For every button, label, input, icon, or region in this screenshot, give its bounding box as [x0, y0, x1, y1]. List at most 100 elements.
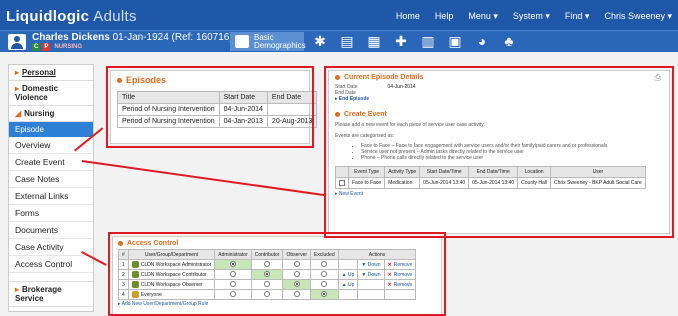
- chevron-right-icon: ▸: [15, 84, 20, 93]
- col-end-date: End Date: [266, 91, 318, 104]
- group-icon: [131, 271, 139, 278]
- sidebar-brokerage-service[interactable]: ▸ Brokerage Service: [9, 281, 93, 307]
- nav-system[interactable]: System ▾: [513, 11, 550, 22]
- table-row[interactable]: Face to Face Medication 05-Jun-2014 13:40 0…: [335, 176, 646, 190]
- close-icon: ✕: [387, 271, 392, 278]
- move-down-link[interactable]: ▼ Down: [357, 269, 385, 280]
- excluded-radio[interactable]: [321, 271, 328, 278]
- administrator-radio[interactable]: [230, 281, 236, 288]
- nav-find[interactable]: Find ▾: [565, 11, 590, 22]
- print-icon[interactable]: ⎙: [655, 73, 661, 83]
- table-row: 1 CLDN Workspace Administrator ▼ Down ✕ R…: [118, 259, 417, 270]
- contributor-radio[interactable]: [264, 261, 271, 268]
- observer-radio[interactable]: [293, 271, 300, 278]
- book-icon[interactable]: ▤: [339, 33, 355, 49]
- administrator-radio[interactable]: [230, 261, 236, 268]
- current-episode-title: Current Episode Details: [335, 74, 663, 81]
- remove-link[interactable]: ✕ Remove: [383, 279, 417, 290]
- sidebar-item-case-activity[interactable]: Case Activity: [9, 239, 93, 256]
- message-icon[interactable]: ▣: [447, 33, 463, 49]
- nav-home[interactable]: Home: [396, 11, 420, 22]
- table-row: 4 Everyone: [118, 289, 417, 300]
- access-table: # User/Group/Department Administrator Contr…: [118, 249, 417, 300]
- episode-details-panel: Current Episode Details Start Date 04-Jun…: [328, 70, 670, 234]
- patient-name: Charles Dickens 01-Jan-1924 (Ref: 160716…: [32, 32, 233, 43]
- document-icon[interactable]: ▥: [420, 33, 436, 49]
- remove-link[interactable]: ✕ Remove: [383, 259, 417, 270]
- add-rule-link[interactable]: ▸ Add New User/Department/Group Rule: [118, 301, 436, 307]
- end-episode-link[interactable]: ▸ End Episode: [335, 96, 663, 102]
- new-event-link[interactable]: ▸ New Event: [335, 191, 663, 197]
- toolbar-icons: ✱ ▤ ▦ ✚ ▥ ▣ ◕ ♣: [312, 33, 517, 49]
- access-control-title: Access Control: [118, 240, 436, 247]
- row-checkbox[interactable]: [339, 180, 345, 186]
- episodes-panel: Episodes Title Start Date End Date Period …: [110, 70, 318, 144]
- nav-user[interactable]: Chris Sweeney ▾: [604, 11, 672, 22]
- sidebar-item-create-event[interactable]: Create Event: [9, 154, 93, 171]
- move-up-link[interactable]: ▲ Up: [337, 269, 359, 280]
- chevron-right-icon: ▸: [15, 285, 20, 294]
- group-icon: [131, 281, 139, 288]
- sidebar-personal[interactable]: ▸ Personal: [9, 65, 93, 81]
- close-icon: ✕: [387, 281, 392, 288]
- nav-menu[interactable]: Menu ▾: [468, 11, 498, 22]
- move-down-link[interactable]: ▼ Down: [357, 259, 385, 270]
- observer-radio[interactable]: [293, 261, 300, 268]
- basic-demographics-button[interactable]: Basic Demographics: [230, 32, 306, 51]
- app-brand[interactable]: Liquidlogic Adults: [6, 8, 137, 25]
- observer-radio[interactable]: [293, 281, 300, 288]
- chat-icon[interactable]: ◕: [474, 33, 490, 49]
- nav-help[interactable]: Help: [435, 11, 454, 22]
- top-bar: Liquidlogic Adults Home Help Menu ▾ Syste…: [0, 0, 678, 52]
- settings-icon[interactable]: ✱: [312, 33, 328, 49]
- event-category-list: Face to Face – Face to face engagement w…: [361, 143, 663, 161]
- col-start-date: Start Date: [218, 91, 268, 104]
- table-row: 2 CLDN Workspace Contributor ▲ Up ▼ Down…: [118, 269, 417, 280]
- badge-p: P: [42, 43, 51, 51]
- add-icon[interactable]: ✚: [393, 33, 409, 49]
- notebook-icon[interactable]: ▦: [366, 33, 382, 49]
- administrator-radio[interactable]: [230, 271, 236, 278]
- sidebar-domestic-violence[interactable]: ▸ Domestic Violence: [9, 81, 93, 106]
- sidebar-nursing[interactable]: ◢ Nursing: [9, 106, 93, 122]
- excluded-radio[interactable]: [321, 261, 328, 268]
- start-date-value: 04-Jun-2014: [387, 84, 416, 90]
- close-icon: ✕: [387, 261, 392, 268]
- contributor-radio[interactable]: [264, 291, 271, 298]
- access-control-panel: Access Control # User/Group/Department Adm…: [112, 236, 442, 316]
- sidebar-item-external-links[interactable]: External Links: [9, 188, 93, 205]
- col-title: Title: [117, 91, 220, 104]
- group-icon[interactable]: ♣: [501, 33, 517, 49]
- globe-icon: [131, 291, 139, 298]
- badge-c: C: [32, 43, 41, 51]
- move-up-link[interactable]: ▲ Up: [337, 279, 359, 290]
- group-icon: [131, 261, 139, 268]
- badge-nursing: NURSING: [54, 44, 83, 50]
- table-row[interactable]: Period of Nursing Intervention 04-Jun-201…: [117, 103, 318, 116]
- chevron-right-icon: ▸: [15, 68, 20, 77]
- episodes-table: Title Start Date End Date Period of Nursin…: [117, 91, 318, 128]
- contributor-radio[interactable]: [264, 281, 271, 288]
- contributor-radio[interactable]: [264, 271, 271, 278]
- sidebar-item-access-control[interactable]: Access Control: [9, 256, 93, 273]
- table-row[interactable]: Period of Nursing Intervention 04-Jan-201…: [117, 115, 318, 128]
- excluded-radio[interactable]: [321, 281, 328, 288]
- administrator-radio[interactable]: [230, 291, 236, 298]
- annotation-line-create-event: [81, 160, 326, 197]
- sidebar: ▸ Personal ▸ Domestic Violence ◢ Nursing Ep…: [8, 64, 94, 312]
- chevron-down-icon: ◢: [15, 109, 22, 118]
- episodes-title: Episodes: [117, 75, 303, 85]
- events-table: Event Type Activity Type Start Date/Time En…: [335, 166, 646, 190]
- patient-bar: Charles Dickens 01-Jan-1924 (Ref: 160716…: [0, 30, 678, 52]
- remove-link[interactable]: ✕ Remove: [383, 269, 417, 280]
- observer-radio[interactable]: [293, 291, 300, 298]
- table-row: 3 CLDN Workspace Observer ▲ Up ✕ Remove: [118, 279, 417, 290]
- sidebar-item-documents[interactable]: Documents: [9, 222, 93, 239]
- person-icon: [8, 34, 26, 50]
- sidebar-item-forms[interactable]: Forms: [9, 205, 93, 222]
- excluded-radio[interactable]: [321, 291, 328, 298]
- sidebar-item-episode[interactable]: Episode: [9, 122, 93, 137]
- patient-badges: C P NURSING: [32, 43, 84, 51]
- top-nav: Home Help Menu ▾ System ▾ Find ▾ Chris S…: [396, 11, 672, 22]
- sidebar-item-case-notes[interactable]: Case Notes: [9, 171, 93, 188]
